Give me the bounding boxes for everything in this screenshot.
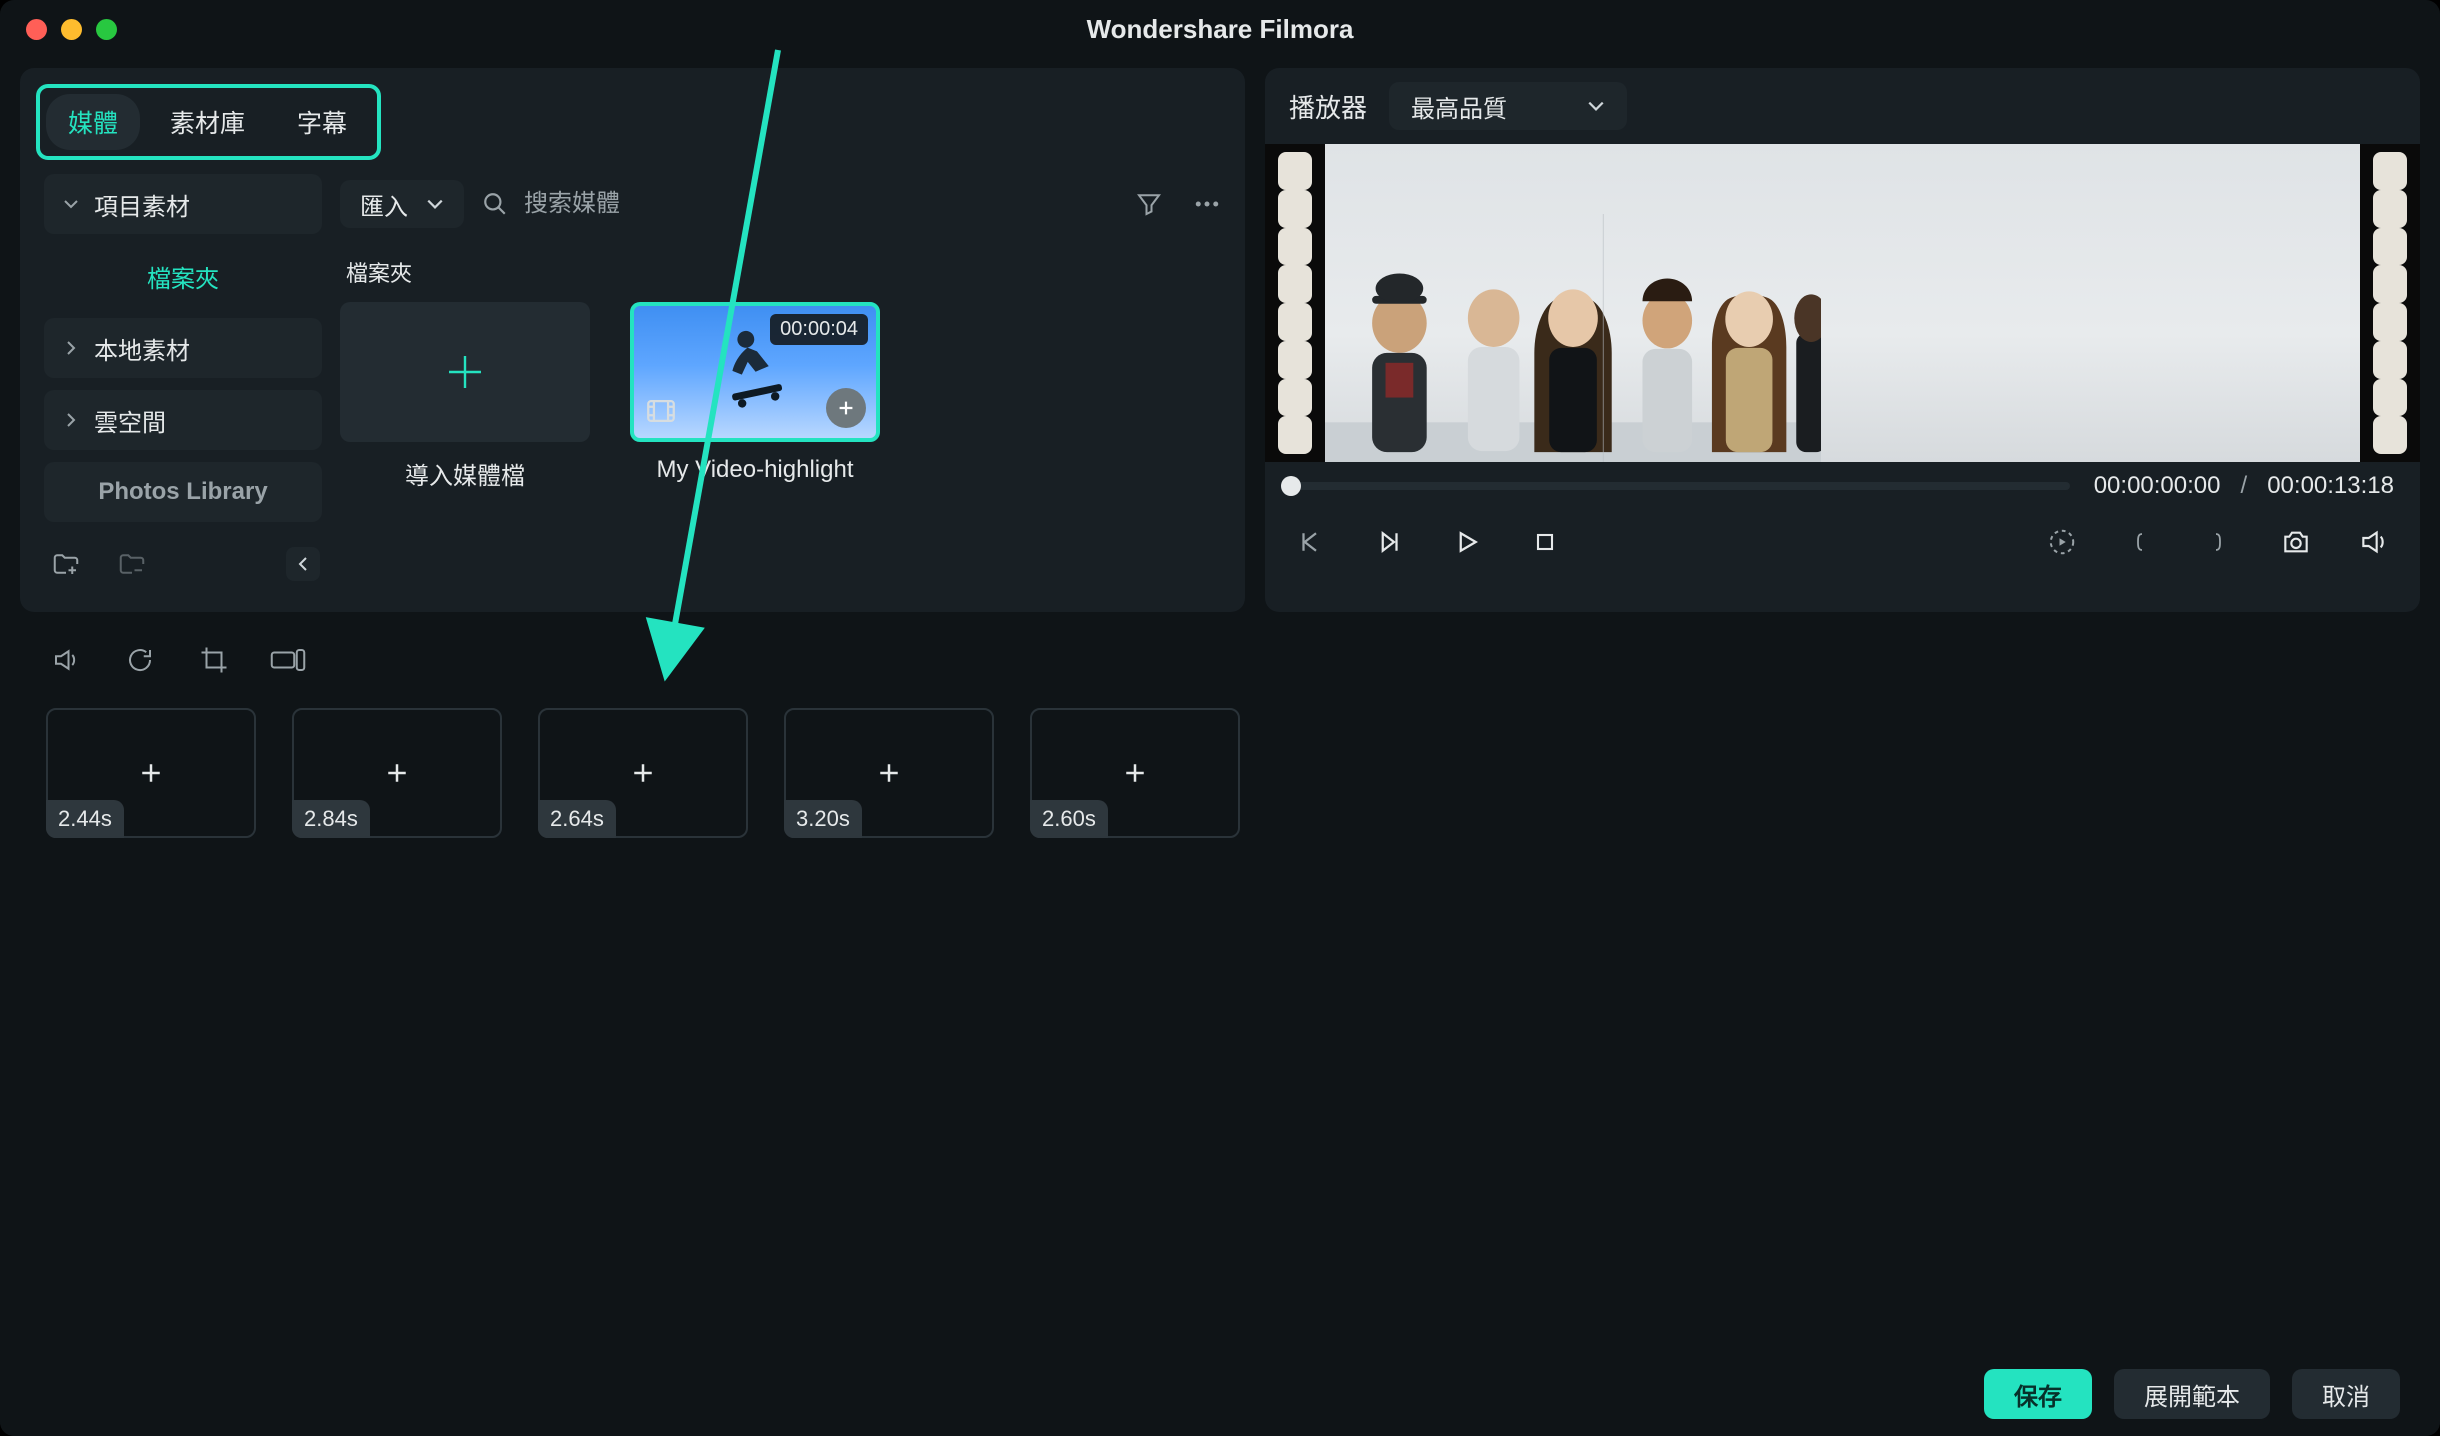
mark-in-icon[interactable] [2120, 522, 2160, 562]
audio-icon[interactable] [46, 640, 86, 680]
plus-icon [382, 758, 412, 788]
stop-button[interactable] [1525, 522, 1565, 562]
tabs-highlight-box: 媒體 素材庫 字幕 [36, 84, 381, 160]
play-button[interactable] [1447, 522, 1487, 562]
import-label: 匯入 [360, 187, 408, 222]
time-duration: 00:00:13:18 [2267, 472, 2394, 499]
media-panel: 媒體 素材庫 字幕 項目素材 檔案夾 [20, 68, 1245, 612]
filmstrip-left [1265, 144, 1325, 462]
expand-template-button[interactable]: 展開範本 [2114, 1369, 2270, 1419]
aspect-ratio-icon[interactable] [268, 640, 308, 680]
footer: 保存 展開範本 取消 [0, 1352, 2440, 1436]
scrub-playhead[interactable] [1281, 476, 1301, 496]
slot-duration: 2.64s [538, 800, 616, 838]
sidebar-item-label: 本地素材 [94, 331, 190, 366]
sidebar-item-photos-library[interactable]: Photos Library [44, 462, 322, 522]
import-media-card[interactable] [340, 302, 590, 442]
player-label: 播放器 [1289, 88, 1367, 125]
slot-duration: 2.60s [1030, 800, 1108, 838]
scrub-track[interactable] [1291, 482, 2070, 490]
slot-duration: 2.84s [292, 800, 370, 838]
mark-out-icon[interactable] [2198, 522, 2238, 562]
step-forward-button[interactable] [1369, 522, 1409, 562]
video-frame [1325, 144, 2360, 462]
sidebar-item-label: 項目素材 [94, 187, 190, 222]
chevron-down-icon [1587, 97, 1605, 115]
player-panel: 播放器 最高品質 [1265, 68, 2420, 612]
import-media-label: 導入媒體檔 [405, 456, 525, 491]
maximize-window-button[interactable] [96, 19, 117, 40]
crop-icon[interactable] [194, 640, 234, 680]
timeline-slot[interactable]: 3.20s [784, 708, 994, 838]
media-content: 匯入 [340, 160, 1245, 612]
time-separator: / [2241, 472, 2248, 499]
timeline-slot[interactable]: 2.84s [292, 708, 502, 838]
volume-button[interactable] [2354, 522, 2394, 562]
add-clip-button[interactable] [826, 388, 866, 428]
time-position: 00:00:00:00 [2094, 472, 2221, 499]
filter-icon[interactable] [1129, 184, 1169, 224]
minimize-window-button[interactable] [61, 19, 82, 40]
more-icon[interactable] [1187, 184, 1227, 224]
titlebar: Wondershare Filmora [0, 0, 2440, 58]
media-sidebar: 項目素材 檔案夾 本地素材 雲空 [20, 160, 340, 612]
chevron-down-icon [426, 195, 444, 213]
tab-subtitles[interactable]: 字幕 [275, 94, 369, 150]
app-title: Wondershare Filmora [0, 14, 2440, 45]
media-clip-thumbnail[interactable]: 00:00:04 [630, 302, 880, 442]
snapshot-button[interactable] [2276, 522, 2316, 562]
cancel-button[interactable]: 取消 [2292, 1369, 2400, 1419]
plus-icon [628, 758, 658, 788]
slot-duration: 2.44s [46, 800, 124, 838]
video-type-icon [644, 394, 678, 428]
scrub-bar[interactable]: 00:00:00:00 / 00:00:13:18 [1291, 472, 2394, 500]
chevron-right-icon [62, 412, 80, 428]
plus-icon [1120, 758, 1150, 788]
search-field[interactable] [482, 189, 1111, 219]
rotate-icon[interactable] [120, 640, 160, 680]
close-window-button[interactable] [26, 19, 47, 40]
plus-icon [136, 758, 166, 788]
new-folder-icon[interactable] [46, 544, 86, 584]
clip-name-label: My Video-highlight [656, 456, 853, 484]
sidebar-item-label: Photos Library [98, 478, 267, 506]
section-label: 檔案夾 [346, 256, 1227, 288]
player-quality-dropdown[interactable]: 最高品質 [1389, 82, 1627, 130]
tab-media[interactable]: 媒體 [46, 94, 140, 150]
sidebar-item-label: 檔案夾 [147, 259, 219, 294]
video-preview[interactable] [1265, 144, 2420, 462]
clip-art-icon [702, 316, 809, 423]
save-button[interactable]: 保存 [1984, 1369, 2092, 1419]
sidebar-item-cloud[interactable]: 雲空間 [44, 390, 322, 450]
sidebar-item-local[interactable]: 本地素材 [44, 318, 322, 378]
collapse-sidebar-button[interactable] [286, 547, 320, 581]
chevron-right-icon [62, 340, 80, 356]
plus-icon [874, 758, 904, 788]
window-controls [26, 19, 117, 40]
render-preview-icon[interactable] [2042, 522, 2082, 562]
timeline: 2.44s 2.84s 2.64s 3.20s 2.60s [0, 692, 2440, 1352]
time-display: 00:00:00:00 / 00:00:13:18 [2094, 472, 2394, 500]
prev-frame-button[interactable] [1291, 522, 1331, 562]
timeline-slot[interactable]: 2.64s [538, 708, 748, 838]
sidebar-item-folder[interactable]: 檔案夾 [44, 246, 322, 306]
sidebar-item-project[interactable]: 項目素材 [44, 174, 322, 234]
edit-toolbar [0, 628, 2440, 692]
import-dropdown[interactable]: 匯入 [340, 180, 464, 228]
chevron-down-icon [62, 196, 80, 212]
search-icon [482, 191, 508, 217]
player-quality-value: 最高品質 [1411, 89, 1507, 124]
search-input[interactable] [522, 189, 1111, 219]
filmstrip-right [2360, 144, 2420, 462]
tab-library[interactable]: 素材庫 [148, 94, 267, 150]
slot-duration: 3.20s [784, 800, 862, 838]
sidebar-item-label: 雲空間 [94, 403, 166, 438]
timeline-slot[interactable]: 2.44s [46, 708, 256, 838]
delete-folder-icon[interactable] [112, 544, 152, 584]
timeline-slot[interactable]: 2.60s [1030, 708, 1240, 838]
